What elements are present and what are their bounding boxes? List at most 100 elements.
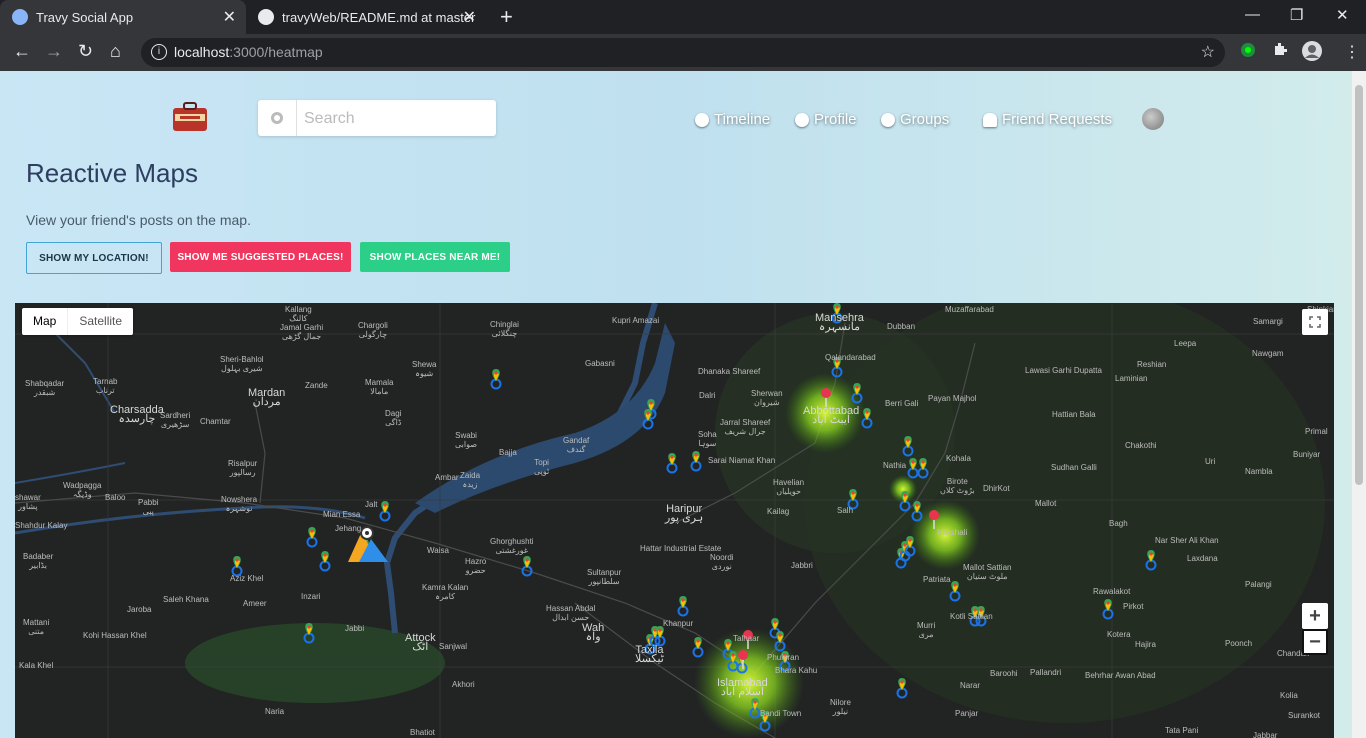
place-name-urdu: ایبٹ آباد: [812, 414, 850, 426]
place-name: Sudhan Galli: [1051, 463, 1097, 472]
map-place-label: Palangi: [1245, 580, 1272, 589]
map-place-label: Kala Khel: [19, 661, 53, 670]
place-name: Saleh Khana: [163, 595, 209, 604]
map-place-label: Risalpur رسالپور: [228, 459, 257, 477]
extensions-puzzle-icon[interactable]: [1272, 42, 1288, 58]
place-name: Bajja: [499, 448, 517, 457]
restore-icon[interactable]: ❐: [1290, 6, 1303, 24]
new-tab-icon[interactable]: +: [500, 4, 513, 30]
place-name: Nathia: [883, 461, 907, 470]
place-name: Nar Sher Ali Khan: [1155, 536, 1219, 545]
close-window-icon[interactable]: ✕: [1336, 6, 1349, 24]
map-place-label: Bandi Town: [760, 709, 801, 718]
place-name: Soha: [698, 430, 717, 439]
map-type-control[interactable]: Map Satellite: [22, 308, 134, 335]
map-place-label: Charsadda چارسدہ: [110, 405, 164, 425]
place-name: Muzaffarabad: [945, 305, 994, 314]
map-place-label: Nowshera نوشہرہ: [221, 495, 257, 513]
place-name: Palangi: [1245, 580, 1272, 589]
map-place-label: DhirKot: [983, 484, 1010, 493]
place-name: Topi: [534, 458, 549, 467]
place-name: Rawalakot: [1093, 587, 1131, 596]
menu-kebab-icon[interactable]: ⋮: [1344, 42, 1360, 62]
zoom-in-button[interactable]: +: [1302, 603, 1328, 629]
back-icon[interactable]: ←: [13, 41, 31, 62]
minimize-icon[interactable]: —: [1245, 6, 1260, 23]
search-box[interactable]: [258, 100, 496, 136]
map-place-label: Gabasni: [585, 359, 615, 368]
map-place-label: Sheri-Bahlol شیری بہلول: [220, 355, 264, 373]
map-place-label: Saleh Khana: [163, 595, 209, 604]
map-place-label: Zande: [305, 381, 328, 390]
place-name: Jalt: [365, 500, 378, 509]
map-place-label: Ameer: [243, 599, 267, 608]
place-name-urdu: شیوہ: [415, 369, 434, 378]
place-name: Nowshera: [221, 495, 258, 504]
map-place-label: Dubban: [887, 322, 915, 331]
page-scrollbar[interactable]: [1352, 71, 1366, 738]
map-place-label: Sherwan شیروان: [751, 389, 783, 407]
show-suggested-places-button[interactable]: SHOW ME SUGGESTED PLACES!: [170, 242, 351, 272]
show-my-location-button[interactable]: SHOW MY LOCATION!: [26, 242, 162, 274]
place-name: Nilore: [830, 698, 851, 707]
close-icon[interactable]: ✕: [223, 7, 236, 27]
place-name-urdu: رسالپور: [229, 468, 256, 477]
info-icon[interactable]: i: [151, 44, 167, 60]
map-place-label: Hattar Industrial Estate: [640, 544, 721, 553]
bookmark-star-icon[interactable]: ☆: [1201, 42, 1215, 62]
forward-icon[interactable]: →: [45, 41, 63, 62]
place-name: Jamal Garhi: [280, 323, 324, 332]
extension-sound-icon[interactable]: [1240, 42, 1256, 58]
place-name: Naria: [265, 707, 285, 716]
nav-profile[interactable]: Profile: [795, 111, 857, 128]
place-name: Jarral Shareef: [720, 418, 771, 427]
map-place-label: Sarai Niamat Khan: [708, 456, 775, 465]
map-place-label: Aziz Khel: [230, 574, 263, 583]
place-name: Akhori: [452, 680, 475, 689]
map-place-label: Nilore نیلور: [830, 698, 851, 716]
address-bar[interactable]: i localhost:3000/heatmap ☆: [141, 38, 1225, 67]
search-input[interactable]: [302, 108, 491, 130]
place-name-urdu: گندف: [566, 445, 586, 454]
fullscreen-button[interactable]: [1302, 309, 1328, 335]
place-name: Patriata: [923, 575, 951, 584]
map-place-label: Bhara Kahu: [775, 666, 817, 675]
page-title: Reactive Maps: [26, 158, 198, 188]
place-name-urdu: وڈپگہ: [72, 490, 92, 499]
nav-timeline[interactable]: Timeline: [695, 111, 770, 128]
map-place-label: Topi ٹوپی: [534, 458, 549, 476]
place-name: Uri: [1205, 457, 1216, 466]
tab-travy[interactable]: Travy Social App ✕: [0, 0, 246, 34]
map-place-label: Mamala مامالا: [365, 378, 393, 396]
map-place-label: Islamabad اسلام آباد: [717, 678, 768, 698]
scrollbar-thumb[interactable]: [1355, 85, 1363, 485]
map-place-label: Phulgran: [767, 653, 799, 662]
map-place-label: Kotli Sattian: [950, 612, 993, 621]
map-type-satellite[interactable]: Satellite: [68, 308, 133, 335]
nav-groups[interactable]: Groups: [881, 111, 949, 128]
profile-avatar-icon[interactable]: [1301, 40, 1323, 62]
map-place-label: Primal: [1305, 427, 1328, 436]
home-icon[interactable]: ⌂: [110, 41, 121, 62]
place-name: Phulgran: [767, 653, 800, 662]
map-place-label: Reshian: [1137, 360, 1166, 369]
map-place-label: Laxdana: [1187, 554, 1218, 563]
avatar[interactable]: [1142, 108, 1164, 130]
map-type-map[interactable]: Map: [22, 308, 69, 335]
travy-logo[interactable]: [172, 102, 208, 132]
place-name: Mamala: [365, 378, 394, 387]
map-place-label: Hajira: [1135, 640, 1156, 649]
place-name: Kohi Hassan Khel: [83, 631, 147, 640]
show-places-near-me-button[interactable]: SHOW PLACES NEAR ME!: [360, 242, 510, 272]
map-place-label: Havelian حویلیاں: [773, 478, 804, 496]
close-icon[interactable]: ✕: [463, 7, 476, 27]
nav-friend-requests[interactable]: Friend Requests: [983, 111, 1112, 128]
place-name-urdu: اٹک: [412, 641, 429, 653]
reload-icon[interactable]: ↻: [78, 41, 93, 62]
place-name: DhirKot: [983, 484, 1010, 493]
zoom-out-button[interactable]: −: [1302, 629, 1328, 655]
nav-label: Profile: [814, 111, 857, 128]
heatmap-map[interactable]: Kallang کالنگ Jamal Garhi جمال گڑھی Chargoli…: [15, 303, 1334, 738]
tab-github[interactable]: travyWeb/README.md at master ✕: [246, 0, 486, 34]
map-place-label: Hassan Abdal حسن ابدال: [546, 604, 595, 622]
